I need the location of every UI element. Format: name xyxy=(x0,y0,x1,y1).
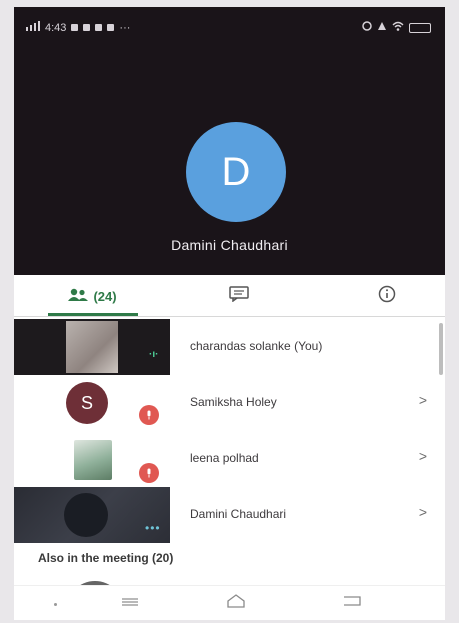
signal-icon xyxy=(26,21,40,34)
people-icon xyxy=(67,288,89,305)
status-right xyxy=(362,21,431,34)
section-title: Also in the meeting (20) xyxy=(38,551,174,565)
tab-people[interactable]: (24) xyxy=(52,283,132,309)
notification-icon xyxy=(83,24,91,31)
participants-panel: (24) ·ı· charandas solanke (You) S Samik… xyxy=(14,275,445,620)
phone-screen: 4:43 ··· D Damini Chaudhari (24) ·ı· cha… xyxy=(14,7,445,620)
home-button[interactable] xyxy=(216,590,256,616)
participant-name: Samiksha Holey xyxy=(190,395,277,409)
participant-name: leena polhad xyxy=(190,451,259,465)
system-nav-bar xyxy=(14,585,445,620)
participant-row[interactable]: S Samiksha Holey > xyxy=(14,375,445,431)
wifi-icon xyxy=(392,21,404,34)
speaker-name: Damini Chaudhari xyxy=(171,237,288,253)
chevron-right-icon[interactable]: > xyxy=(419,504,427,520)
scrollbar[interactable] xyxy=(439,323,443,375)
mic-off-icon xyxy=(139,463,159,483)
active-tab-indicator xyxy=(48,313,138,316)
participant-name: charandas solanke (You) xyxy=(190,339,323,353)
status-left: 4:43 ··· xyxy=(26,21,130,34)
participant-row[interactable]: leena polhad > xyxy=(14,431,445,487)
participant-video: ·ı· xyxy=(14,319,170,375)
tab-chat[interactable] xyxy=(224,283,254,309)
active-speaker-view[interactable]: D Damini Chaudhari xyxy=(14,47,445,275)
menu-button[interactable] xyxy=(110,590,150,616)
participant-avatar: S xyxy=(66,382,108,424)
participant-video: ••• xyxy=(14,487,170,543)
menu-icon xyxy=(120,594,140,612)
participant-avatar xyxy=(64,493,108,537)
notification-icon xyxy=(107,24,115,31)
status-time: 4:43 xyxy=(45,21,67,34)
back-button[interactable] xyxy=(332,590,372,616)
speaker-avatar: D xyxy=(186,122,286,222)
participant-row[interactable]: ••• Damini Chaudhari > xyxy=(14,487,445,543)
participant-name: Damini Chaudhari xyxy=(190,507,287,521)
network-icon xyxy=(377,21,387,34)
notification-icon xyxy=(71,24,79,31)
chat-icon xyxy=(229,285,249,307)
participant-photo xyxy=(74,440,112,480)
tab-info[interactable] xyxy=(372,283,402,309)
participant-row[interactable]: ·ı· charandas solanke (You) xyxy=(14,319,445,375)
home-icon xyxy=(226,593,246,614)
chevron-right-icon[interactable]: > xyxy=(419,448,427,464)
status-bar: 4:43 ··· xyxy=(14,7,445,47)
people-count: (24) xyxy=(93,288,117,304)
alarm-icon xyxy=(362,21,372,34)
battery-icon xyxy=(409,22,431,33)
panel-tabs: (24) xyxy=(14,275,445,317)
info-icon xyxy=(378,285,396,308)
chevron-right-icon[interactable]: > xyxy=(419,392,427,408)
speaking-icon: ••• xyxy=(145,521,161,535)
more-icon: ··· xyxy=(119,21,131,34)
video-frame xyxy=(66,321,118,373)
speaking-icon: ·ı· xyxy=(149,349,159,360)
back-icon xyxy=(341,594,363,613)
notification-icon xyxy=(95,24,103,31)
mic-off-icon xyxy=(139,405,159,425)
nav-indicator-dot xyxy=(54,603,57,606)
